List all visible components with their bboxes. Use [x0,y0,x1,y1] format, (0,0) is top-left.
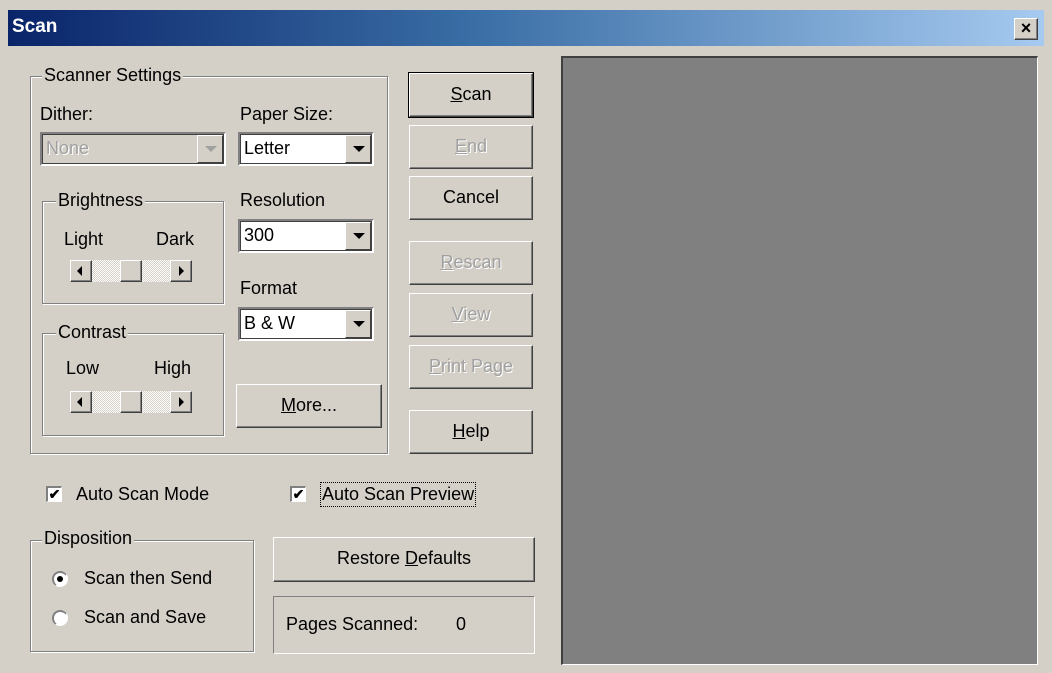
close-icon: × [1020,18,1032,38]
more-mnemonic: M [280,395,296,415]
arrow-left-icon [77,397,82,407]
arrow-right-icon [179,266,184,276]
resolution-value: 300 [244,225,275,245]
resolution-dropdown-button[interactable] [345,222,371,250]
chevron-down-icon [353,146,365,152]
checkmark-icon: ✔ [48,486,61,502]
scan-button[interactable]: Scan [408,72,534,118]
scan-and-save-label[interactable]: Scan and Save [84,607,206,628]
rescan-label: escan [453,252,502,272]
brightness-group [42,201,224,304]
contrast-decrease-button[interactable] [70,391,92,413]
scanner-settings-legend: Scanner Settings [42,65,184,86]
scan-then-send-radio[interactable] [52,571,68,587]
window-title: Scan [12,16,58,37]
view-label: iew [463,304,491,324]
checkmark-icon: ✔ [292,486,305,502]
print-page-button[interactable]: Print Page [409,345,533,389]
scan-mnemonic: S [450,84,463,104]
more-button[interactable]: More... [236,384,382,428]
auto-scan-preview-checkbox[interactable]: ✔ [290,486,306,502]
scan-then-send-label[interactable]: Scan then Send [84,568,212,589]
title-bar[interactable]: Scan × [8,10,1044,46]
dither-label: Dither: [40,104,94,124]
contrast-scrollbar[interactable] [70,391,192,413]
disposition-group [30,540,254,652]
view-button[interactable]: View [409,293,533,337]
restore-defaults-label-rest: efaults [417,548,472,568]
brightness-decrease-button[interactable] [70,260,92,282]
end-mnemonic: E [454,136,467,156]
paper-size-dropdown-button[interactable] [345,135,371,163]
pages-scanned-value: 0 [456,614,467,634]
cancel-button[interactable]: Cancel [409,176,533,220]
close-button[interactable]: × [1014,18,1038,40]
brightness-scrollbar[interactable] [70,260,192,282]
brightness-thumb[interactable] [120,260,142,282]
scan-label: can [462,84,492,104]
pages-scanned-label: Pages Scanned: [286,614,419,634]
restore-defaults-label-pre: Restore [336,548,405,568]
format-dropdown-button[interactable] [345,310,371,338]
auto-scan-preview-label[interactable]: Auto Scan Preview [319,482,477,507]
scan-and-save-radio[interactable] [52,610,68,626]
radio-selected-dot [57,576,63,582]
brightness-max-label: Dark [156,229,195,249]
cancel-label: Cancel [442,187,500,207]
help-label: elp [465,421,490,441]
help-button[interactable]: Help [409,410,533,454]
paper-size-select[interactable]: Letter [238,132,374,166]
brightness-min-label: Light [64,229,104,249]
view-mnemonic: V [451,304,464,324]
rescan-mnemonic: R [440,252,454,272]
help-mnemonic: H [452,421,466,441]
disposition-legend: Disposition [42,528,135,549]
print-page-label: rint Page [440,356,514,376]
restore-defaults-button[interactable]: Restore Defaults [273,537,535,582]
pages-scanned-panel: Pages Scanned: 0 [273,596,535,654]
format-select[interactable]: B & W [238,307,374,341]
resolution-label: Resolution [240,190,326,210]
arrow-right-icon [179,397,184,407]
scan-dialog: Scan × Scanner Settings Dither: None Pap… [0,0,1052,673]
paper-size-label: Paper Size: [240,104,334,124]
rescan-button[interactable]: Rescan [409,241,533,285]
end-button[interactable]: End [409,125,533,169]
auto-scan-mode-label[interactable]: Auto Scan Mode [76,484,209,505]
chevron-down-icon [205,146,217,152]
auto-scan-mode-checkbox[interactable]: ✔ [46,486,62,502]
resolution-select[interactable]: 300 [238,219,374,253]
end-label: nd [466,136,488,156]
more-label: ore... [295,395,338,415]
chevron-down-icon [353,233,365,239]
dither-select[interactable]: None [40,132,226,166]
format-value: B & W [244,313,296,333]
dither-value: None [46,138,90,158]
brightness-legend: Brightness [56,190,146,211]
print-page-mnemonic: P [428,356,441,376]
paper-size-value: Letter [244,138,291,158]
contrast-group [42,333,224,436]
brightness-increase-button[interactable] [170,260,192,282]
arrow-left-icon [77,266,82,276]
contrast-increase-button[interactable] [170,391,192,413]
contrast-min-label: Low [66,358,100,378]
contrast-legend: Contrast [56,322,129,343]
contrast-max-label: High [154,358,192,378]
scan-preview-area [561,56,1038,665]
dither-dropdown-button[interactable] [197,135,223,163]
chevron-down-icon [353,321,365,327]
format-label: Format [240,278,298,298]
contrast-thumb[interactable] [120,391,142,413]
restore-defaults-mnemonic: D [404,548,418,568]
